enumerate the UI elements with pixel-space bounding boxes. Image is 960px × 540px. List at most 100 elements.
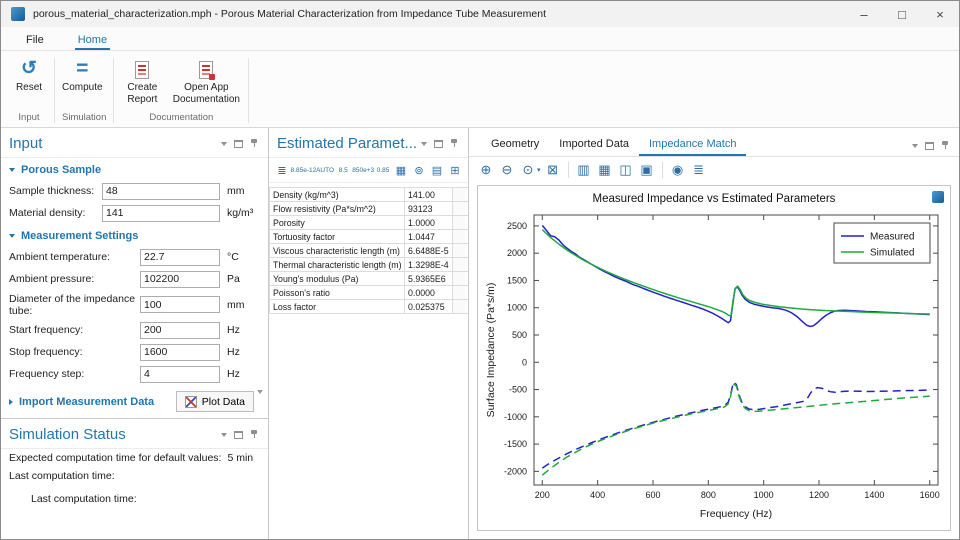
plot-window[interactable]: Measured Impedance vs Estimated Paramete…	[477, 185, 951, 531]
svg-text:1000: 1000	[507, 303, 527, 313]
section-header-measurement-settings[interactable]: Measurement Settings	[1, 224, 268, 246]
ribbon-group-documentation: Create Report Open App Documentation Doc…	[117, 54, 245, 127]
tab-geometry[interactable]: Geometry	[481, 134, 549, 156]
decimal-notation-icon[interactable]: 0.85	[375, 162, 391, 178]
plot-settings-icon[interactable]: ▦	[596, 161, 614, 179]
pin-panel-icon[interactable]	[450, 139, 458, 148]
export-table-icon[interactable]: ⊞	[447, 162, 463, 178]
float-panel-icon[interactable]	[925, 141, 934, 150]
zoom-in-icon[interactable]: ⊕	[477, 161, 495, 179]
scientific-notation-icon[interactable]: 8.85e-12	[291, 162, 317, 178]
print-icon[interactable]: ≣	[690, 161, 708, 179]
window-title: porous_material_characterization.mph - P…	[33, 8, 546, 20]
scrollbar-down-arrow[interactable]	[254, 386, 266, 398]
legend-toggle-icon[interactable]: ◫	[617, 161, 635, 179]
ribbon: ↺ Reset Input = Compute Simulation Creat…	[1, 51, 959, 128]
stop-frequency-input[interactable]	[140, 343, 220, 361]
titlebar: porous_material_characterization.mph - P…	[1, 1, 959, 27]
input-panel-header: Input	[1, 128, 268, 158]
plot-title: Measured Impedance vs Estimated Paramete…	[592, 193, 836, 205]
graphics-panel: Geometry Imported Data Impedance Match ⊕…	[469, 128, 959, 539]
float-panel-icon[interactable]	[234, 430, 243, 439]
pin-panel-icon[interactable]	[941, 141, 949, 150]
svg-text:Simulated: Simulated	[870, 248, 914, 259]
tube-diameter-input[interactable]	[140, 296, 220, 313]
table-row[interactable]: Loss factor 0.025375	[269, 300, 468, 314]
input-panel: Input Porous Sample Sample thickness: mm	[1, 128, 269, 539]
section-porous-sample: Porous Sample Sample thickness: mm Mater…	[1, 158, 268, 224]
table-row[interactable]: Thermal characteristic length (m) 1.3298…	[269, 258, 468, 272]
table-format-toolbar: ≣ 8.85e-12 AUTO 8.5 850e+3 0.85 ▦ ⊚ ▤ ⊞	[269, 158, 468, 183]
material-density-input[interactable]	[102, 204, 220, 222]
create-report-button[interactable]: Create Report	[117, 54, 167, 106]
zoom-box-icon[interactable]: ⊙	[519, 161, 537, 179]
open-app-documentation-button[interactable]: Open App Documentation	[167, 54, 245, 106]
frequency-step-input[interactable]	[140, 365, 220, 383]
collapse-panel-icon[interactable]	[912, 143, 918, 148]
impedance-chart: -2000 -1500 -1000 -500 0 500 1000 1500 2000 2500 2…	[485, 214, 940, 520]
plot-grid-icon[interactable]: ▥	[575, 161, 593, 179]
svg-text:1200: 1200	[809, 490, 829, 500]
pin-panel-icon[interactable]	[250, 139, 258, 148]
table-grid-icon[interactable]: ▦	[393, 162, 409, 178]
unit-system-icon[interactable]: ⊚	[411, 162, 427, 178]
estimated-parameters-panel: Estimated Paramet... ≣ 8.85e-12 AUTO 8.5…	[269, 128, 469, 539]
reset-icon: ↺	[21, 58, 37, 79]
svg-text:-1500: -1500	[504, 439, 527, 449]
ambient-pressure-input[interactable]	[140, 270, 220, 288]
table-row[interactable]: Density (kg/m^3) 141.00	[269, 187, 468, 202]
chevron-right-icon	[9, 398, 13, 405]
pin-panel-icon[interactable]	[250, 430, 258, 439]
chevron-down-icon[interactable]: ▾	[537, 166, 541, 174]
zoom-extents-icon[interactable]: ⊠	[544, 161, 562, 179]
tab-home[interactable]: Home	[74, 31, 111, 50]
sample-thickness-input[interactable]	[102, 182, 220, 200]
table-row[interactable]: Flow resistivity (Pa*s/m^2) 93123	[269, 202, 468, 216]
maximize-button[interactable]: □	[883, 1, 921, 27]
significant-digits-icon[interactable]: 8.5	[335, 162, 351, 178]
section-measurement-settings: Measurement Settings Ambient temperature…	[1, 224, 268, 385]
svg-text:2500: 2500	[507, 221, 527, 231]
ambient-temperature-input[interactable]	[140, 248, 220, 266]
engineering-notation-icon[interactable]: 850e+3	[352, 162, 374, 178]
compute-icon: =	[76, 57, 89, 80]
simulation-status-panel: Simulation Status Expected computation t…	[1, 418, 268, 539]
create-report-icon	[135, 61, 150, 79]
tab-imported-data[interactable]: Imported Data	[549, 134, 639, 156]
section-header-porous-sample[interactable]: Porous Sample	[1, 158, 268, 180]
table-row[interactable]: Young's modulus (Pa) 5.9365E6	[269, 272, 468, 286]
collapse-panel-icon[interactable]	[421, 141, 427, 146]
toolbar-separator	[567, 162, 569, 178]
copy-table-icon[interactable]: ▤	[429, 162, 445, 178]
compute-button[interactable]: = Compute	[58, 54, 107, 94]
plot-data-button[interactable]: Plot Data	[175, 391, 254, 412]
float-panel-icon[interactable]	[434, 139, 443, 148]
table-row[interactable]: Viscous characteristic length (m) 6.6488…	[269, 244, 468, 258]
close-button[interactable]: ×	[921, 1, 959, 27]
section-header-import-measurement-data[interactable]: Import Measurement Data	[1, 396, 176, 408]
field-ambient-pressure: Ambient pressure: Pa	[1, 268, 268, 290]
panel-controls	[912, 141, 951, 156]
automatic-notation-icon[interactable]: AUTO	[316, 162, 334, 178]
table-row[interactable]: Tortuosity factor 1.0447	[269, 230, 468, 244]
tab-impedance-match[interactable]: Impedance Match	[639, 134, 747, 156]
panel-controls	[221, 430, 260, 439]
svg-text:600: 600	[645, 490, 660, 500]
reset-button[interactable]: ↺ Reset	[7, 54, 51, 94]
zoom-out-icon[interactable]: ⊖	[498, 161, 516, 179]
tab-file[interactable]: File	[23, 31, 47, 50]
minimize-button[interactable]: –	[845, 1, 883, 27]
table-row[interactable]: Poisson's ratio 0.0000	[269, 286, 468, 300]
start-frequency-input[interactable]	[140, 321, 220, 339]
status-expected-time: Expected computation time for default va…	[9, 452, 254, 464]
axis-settings-icon[interactable]: ▣	[638, 161, 656, 179]
graphics-tab-bar: Geometry Imported Data Impedance Match	[469, 128, 959, 157]
ribbon-group-simulation: = Compute Simulation	[58, 54, 110, 127]
svg-text:1000: 1000	[754, 490, 774, 500]
full-precision-icon[interactable]: ≣	[274, 162, 290, 178]
table-row[interactable]: Porosity 1.0000	[269, 216, 468, 230]
collapse-panel-icon[interactable]	[221, 432, 227, 437]
collapse-panel-icon[interactable]	[221, 141, 227, 146]
snapshot-icon[interactable]: ◉	[669, 161, 687, 179]
float-panel-icon[interactable]	[234, 139, 243, 148]
